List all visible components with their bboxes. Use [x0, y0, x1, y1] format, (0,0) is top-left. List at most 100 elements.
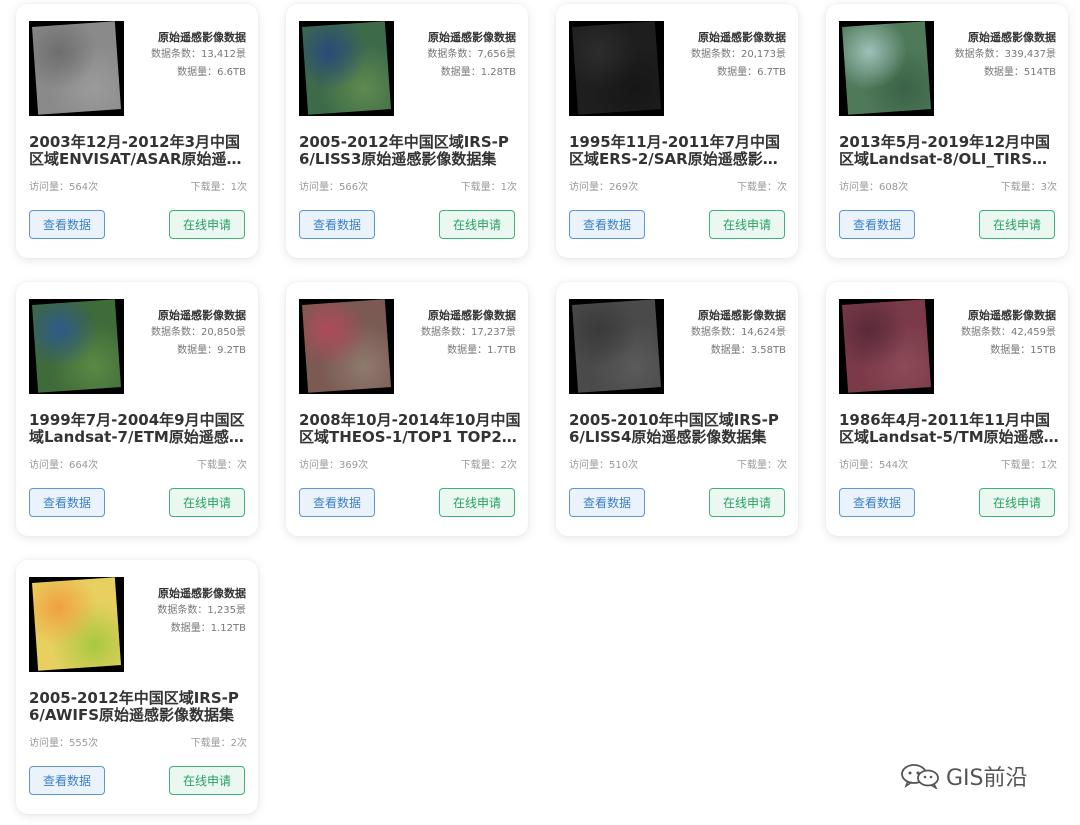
- dataset-type: 原始遥感影像数据: [158, 309, 246, 322]
- dataset-card: 原始遥感影像数据 数据条数：7,656景 数据量：1.28TB 2005-201…: [286, 4, 528, 258]
- dataset-meta: 原始遥感影像数据 数据条数：13,412景 数据量：6.6TB: [126, 30, 246, 82]
- record-count: 数据条数：17,237景: [421, 327, 516, 338]
- view-data-button[interactable]: 查看数据: [569, 488, 645, 517]
- visit-count: 访问量：564次: [29, 182, 99, 193]
- apply-online-button[interactable]: 在线申请: [979, 488, 1055, 517]
- view-data-button[interactable]: 查看数据: [569, 210, 645, 239]
- dataset-meta: 原始遥感影像数据 数据条数：339,437景 数据量：514TB: [936, 30, 1056, 82]
- dataset-stats: 访问量：555次 下载量：2次: [29, 734, 247, 749]
- dataset-meta: 原始遥感影像数据 数据条数：20,850景 数据量：9.2TB: [126, 308, 246, 360]
- dataset-title[interactable]: 2005-2012年中国区域IRS-P6/LISS3原始遥感影像数据集: [299, 134, 521, 168]
- dataset-thumbnail[interactable]: [299, 299, 394, 394]
- visit-count: 访问量：566次: [299, 182, 369, 193]
- record-count: 数据条数：20,173景: [691, 49, 786, 60]
- dataset-card: 原始遥感影像数据 数据条数：20,173景 数据量：6.7TB 1995年11月…: [556, 4, 798, 258]
- dataset-thumbnail[interactable]: [839, 299, 934, 394]
- dataset-type: 原始遥感影像数据: [698, 31, 786, 44]
- dataset-meta: 原始遥感影像数据 数据条数：1,235景 数据量：1.12TB: [126, 586, 246, 638]
- dataset-meta: 原始遥感影像数据 数据条数：14,624景 数据量：3.58TB: [666, 308, 786, 360]
- apply-online-button[interactable]: 在线申请: [169, 488, 245, 517]
- record-count: 数据条数：1,235景: [157, 605, 246, 616]
- apply-online-button[interactable]: 在线申请: [439, 488, 515, 517]
- dataset-stats: 访问量：566次 下载量：1次: [299, 178, 517, 193]
- dataset-meta: 原始遥感影像数据 数据条数：20,173景 数据量：6.7TB: [666, 30, 786, 82]
- record-count: 数据条数：20,850景: [151, 327, 246, 338]
- dataset-card: 原始遥感影像数据 数据条数：1,235景 数据量：1.12TB 2005-201…: [16, 560, 258, 814]
- view-data-button[interactable]: 查看数据: [299, 488, 375, 517]
- apply-online-button[interactable]: 在线申请: [709, 488, 785, 517]
- dataset-stats: 访问量：369次 下载量：2次: [299, 456, 517, 471]
- data-volume: 数据量：15TB: [990, 345, 1056, 356]
- dataset-title[interactable]: 2003年12月-2012年3月中国区域ENVISAT/ASAR原始遥感影像数据…: [29, 134, 251, 168]
- view-data-button[interactable]: 查看数据: [299, 210, 375, 239]
- dataset-stats: 访问量：564次 下载量：1次: [29, 178, 247, 193]
- dataset-thumbnail[interactable]: [29, 299, 124, 394]
- download-count: 下载量：3次: [1000, 182, 1057, 193]
- data-volume: 数据量：1.7TB: [447, 345, 516, 356]
- dataset-title[interactable]: 2013年5月-2019年12月中国区域Landsat-8/OLI_TIRS原始…: [839, 134, 1061, 168]
- download-count: 下载量：1次: [460, 182, 517, 193]
- apply-online-button[interactable]: 在线申请: [439, 210, 515, 239]
- dataset-meta: 原始遥感影像数据 数据条数：7,656景 数据量：1.28TB: [396, 30, 516, 82]
- visit-count: 访问量：269次: [569, 182, 639, 193]
- apply-online-button[interactable]: 在线申请: [979, 210, 1055, 239]
- apply-online-button[interactable]: 在线申请: [169, 766, 245, 795]
- download-count: 下载量：2次: [190, 738, 247, 749]
- download-count: 下载量：次: [197, 460, 247, 471]
- dataset-card: 原始遥感影像数据 数据条数：17,237景 数据量：1.7TB 2008年10月…: [286, 282, 528, 536]
- view-data-button[interactable]: 查看数据: [29, 488, 105, 517]
- apply-online-button[interactable]: 在线申请: [169, 210, 245, 239]
- dataset-thumbnail[interactable]: [29, 577, 124, 672]
- visit-count: 访问量：555次: [29, 738, 99, 749]
- visit-count: 访问量：608次: [839, 182, 909, 193]
- dataset-thumbnail[interactable]: [569, 299, 664, 394]
- dataset-type: 原始遥感影像数据: [158, 587, 246, 600]
- watermark-text: GIS前沿: [946, 766, 1028, 791]
- dataset-type: 原始遥感影像数据: [968, 309, 1056, 322]
- dataset-thumbnail[interactable]: [29, 21, 124, 116]
- dataset-stats: 访问量：544次 下载量：1次: [839, 456, 1057, 471]
- dataset-stats: 访问量：664次 下载量：次: [29, 456, 247, 471]
- record-count: 数据条数：7,656景: [427, 49, 516, 60]
- dataset-card: 原始遥感影像数据 数据条数：14,624景 数据量：3.58TB 2005-20…: [556, 282, 798, 536]
- dataset-title[interactable]: 1995年11月-2011年7月中国区域ERS-2/SAR原始遥感影像数据集: [569, 134, 791, 168]
- dataset-thumbnail[interactable]: [569, 21, 664, 116]
- visit-count: 访问量：369次: [299, 460, 369, 471]
- data-volume: 数据量：6.6TB: [177, 67, 246, 78]
- dataset-title[interactable]: 2005-2012年中国区域IRS-P6/AWIFS原始遥感影像数据集: [29, 690, 251, 724]
- dataset-title[interactable]: 1999年7月-2004年9月中国区域Landsat-7/ETM原始遥感影像数据…: [29, 412, 251, 446]
- dataset-card: 原始遥感影像数据 数据条数：20,850景 数据量：9.2TB 1999年7月-…: [16, 282, 258, 536]
- view-data-button[interactable]: 查看数据: [839, 210, 915, 239]
- dataset-thumbnail[interactable]: [839, 21, 934, 116]
- watermark: GIS前沿: [900, 760, 1028, 792]
- dataset-card: 原始遥感影像数据 数据条数：339,437景 数据量：514TB 2013年5月…: [826, 4, 1068, 258]
- dataset-meta: 原始遥感影像数据 数据条数：17,237景 数据量：1.7TB: [396, 308, 516, 360]
- data-volume: 数据量：3.58TB: [710, 345, 786, 356]
- dataset-stats: 访问量：269次 下载量：次: [569, 178, 787, 193]
- view-data-button[interactable]: 查看数据: [29, 766, 105, 795]
- download-count: 下载量：1次: [1000, 460, 1057, 471]
- view-data-button[interactable]: 查看数据: [29, 210, 105, 239]
- record-count: 数据条数：42,459景: [961, 327, 1056, 338]
- data-volume: 数据量：9.2TB: [177, 345, 246, 356]
- dataset-title[interactable]: 1986年4月-2011年11月中国区域Landsat-5/TM原始遥感影像数据…: [839, 412, 1061, 446]
- record-count: 数据条数：13,412景: [151, 49, 246, 60]
- visit-count: 访问量：510次: [569, 460, 639, 471]
- dataset-card-grid: 原始遥感影像数据 数据条数：13,412景 数据量：6.6TB 2003年12月…: [0, 0, 1080, 825]
- dataset-type: 原始遥感影像数据: [968, 31, 1056, 44]
- dataset-thumbnail[interactable]: [299, 21, 394, 116]
- download-count: 下载量：2次: [460, 460, 517, 471]
- visit-count: 访问量：664次: [29, 460, 99, 471]
- record-count: 数据条数：339,437景: [954, 49, 1056, 60]
- dataset-title[interactable]: 2008年10月-2014年10月中国区域THEOS-1/TOP1 TOP2原始…: [299, 412, 521, 446]
- dataset-meta: 原始遥感影像数据 数据条数：42,459景 数据量：15TB: [936, 308, 1056, 360]
- dataset-type: 原始遥感影像数据: [158, 31, 246, 44]
- visit-count: 访问量：544次: [839, 460, 909, 471]
- apply-online-button[interactable]: 在线申请: [709, 210, 785, 239]
- dataset-type: 原始遥感影像数据: [428, 31, 516, 44]
- dataset-title[interactable]: 2005-2010年中国区域IRS-P6/LISS4原始遥感影像数据集: [569, 412, 791, 446]
- data-volume: 数据量：6.7TB: [717, 67, 786, 78]
- download-count: 下载量：次: [737, 460, 787, 471]
- dataset-card: 原始遥感影像数据 数据条数：13,412景 数据量：6.6TB 2003年12月…: [16, 4, 258, 258]
- view-data-button[interactable]: 查看数据: [839, 488, 915, 517]
